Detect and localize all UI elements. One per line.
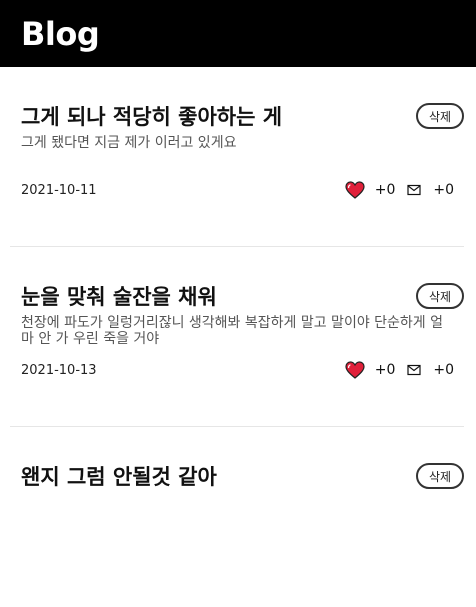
post-card[interactable]: 그게 되나 적당히 좋아하는 게 삭제 그게 됐다면 지금 제가 이러고 있게요… — [0, 67, 476, 247]
post-card[interactable]: 눈을 맞춰 술잔을 채워 삭제 천장에 파도가 일렁거리잖니 생각해봐 복잡하게… — [0, 247, 476, 427]
post-card[interactable]: 왠지 그럼 안될것 같아 삭제 — [0, 427, 476, 607]
post-list: 그게 되나 적당히 좋아하는 게 삭제 그게 됐다면 지금 제가 이러고 있게요… — [0, 67, 476, 607]
app-header: Blog — [0, 0, 476, 67]
comment-count: +0 — [433, 182, 454, 198]
post-excerpt: 천장에 파도가 일렁거리잖니 생각해봐 복잡하게 말고 말이야 단순하게 얼마 … — [21, 315, 443, 347]
post-meta: +0 +0 — [345, 179, 454, 201]
like-count: +0 — [374, 362, 396, 378]
heart-icon[interactable] — [345, 361, 365, 379]
heart-icon[interactable] — [345, 181, 365, 199]
post-title[interactable]: 그게 되나 적당히 좋아하는 게 — [21, 101, 282, 131]
post-meta: +0 +0 — [345, 359, 454, 381]
delete-button[interactable]: 삭제 — [416, 283, 464, 309]
post-title[interactable]: 왠지 그럼 안될것 같아 — [21, 461, 217, 491]
post-date: 2021-10-13 — [21, 363, 97, 378]
mail-icon[interactable] — [395, 364, 421, 376]
mail-icon[interactable] — [395, 184, 421, 196]
delete-button[interactable]: 삭제 — [416, 103, 464, 129]
post-excerpt: 그게 됐다면 지금 제가 이러고 있게요 — [21, 135, 237, 151]
comment-count: +0 — [433, 362, 454, 378]
like-count: +0 — [374, 182, 396, 198]
page-title: Blog — [21, 14, 100, 53]
post-date: 2021-10-11 — [21, 183, 97, 198]
delete-button[interactable]: 삭제 — [416, 463, 464, 489]
post-title[interactable]: 눈을 맞춰 술잔을 채워 — [21, 281, 217, 311]
